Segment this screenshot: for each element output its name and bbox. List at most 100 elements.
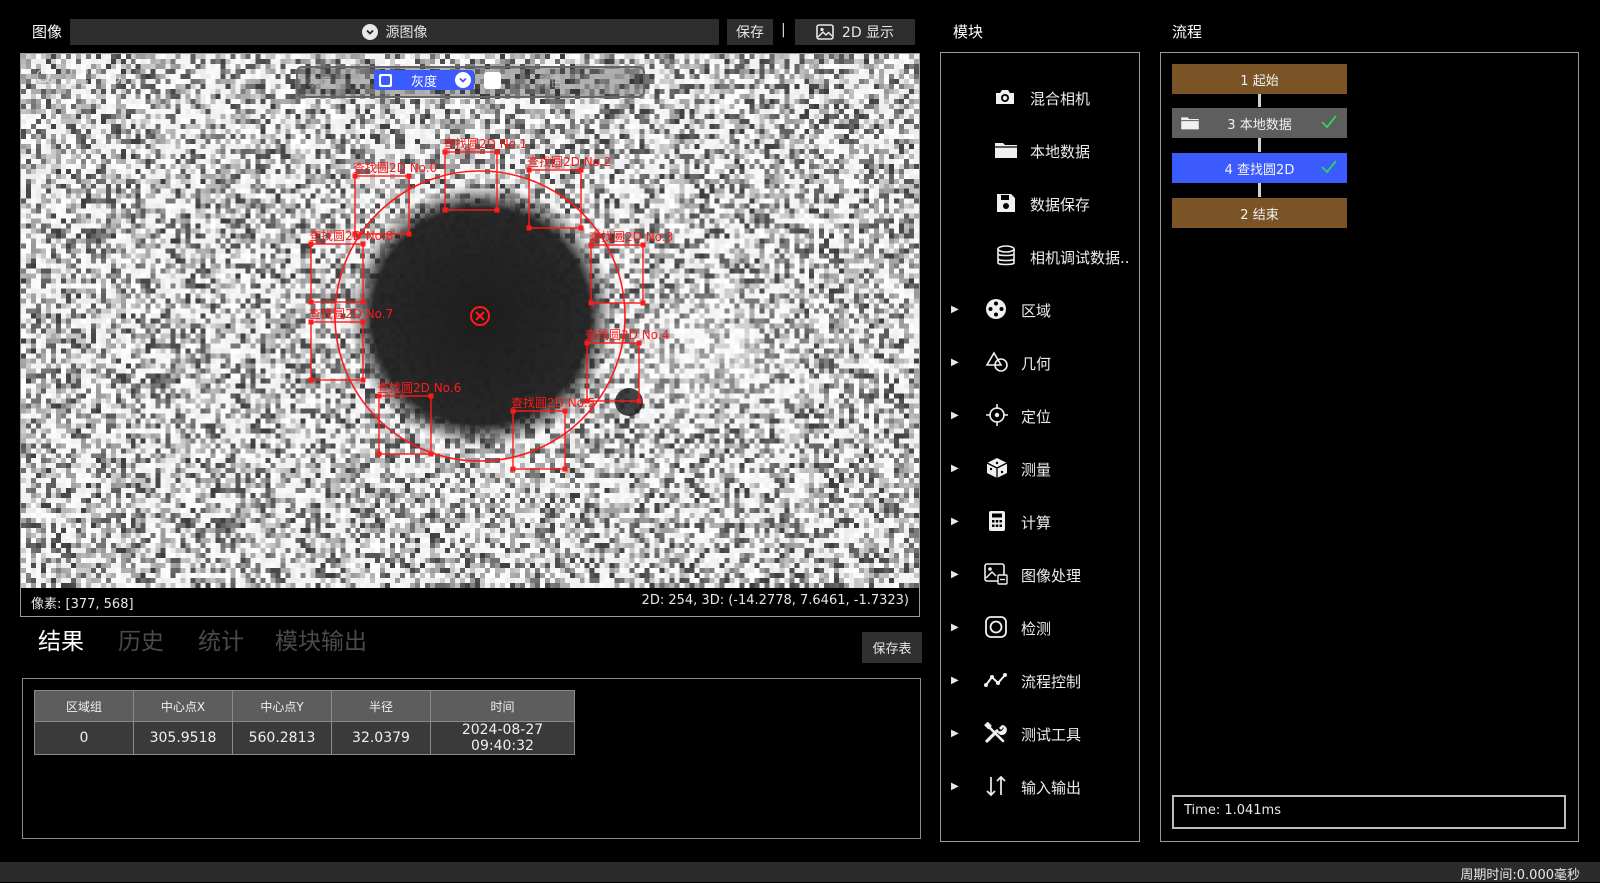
grayscale-checkbox[interactable]: [378, 72, 393, 88]
expand-arrow-icon: ▶: [951, 356, 959, 368]
module-group-measure[interactable]: ▶ 测量: [941, 448, 1133, 488]
modules-panel: 混合相机 本地数据 数据保存 相机调试数据.. ▶ 区域 ▶ 几何 ▶ 定位 ▶…: [940, 52, 1140, 842]
flow-panel: 1 起始 3 本地数据 4 查找圆2D 2 结束 Time: 1.041ms: [1160, 52, 1579, 842]
table-cell: 560.2813: [232, 721, 332, 755]
checkmark-icon: [1321, 115, 1337, 129]
tab-module-output[interactable]: 模块输出: [275, 622, 367, 656]
tab-statistics[interactable]: 统计: [198, 622, 244, 656]
toolbar-faded-label-right: 彩色: [538, 75, 563, 89]
module-item-local-data[interactable]: 本地数据: [941, 130, 1133, 170]
flow-node-start[interactable]: 1 起始: [1172, 64, 1347, 94]
source-image-canvas[interactable]: 查找圆2D No.0 查找圆2D No.1 查找圆2D No.2 查找圆2D No.3…: [21, 54, 919, 588]
module-item-label: 本地数据: [1030, 143, 1091, 161]
table-header-row: 区域组 中心点X 中心点Y 半径 时间: [34, 690, 575, 722]
table-cell: 0: [34, 721, 134, 755]
save-table-button[interactable]: 保存表: [862, 632, 922, 663]
roi-label: 查找圆2D No.2: [527, 155, 611, 169]
module-item-label: 流程控制: [1021, 673, 1082, 691]
flow-connector: [1258, 93, 1261, 107]
module-item-label: 区域: [1021, 302, 1052, 320]
color-mode-checkbox[interactable]: [484, 72, 501, 89]
module-item-camera-debug-data[interactable]: 相机调试数据..: [941, 236, 1133, 276]
module-item-label: 测量: [1021, 461, 1052, 479]
display-2d-button[interactable]: 2D 显示: [795, 19, 915, 45]
tab-history[interactable]: 历史: [118, 622, 164, 656]
module-item-label: 几何: [1021, 355, 1052, 373]
roi-label: 查找圆2D No.8: [309, 229, 393, 243]
table-row[interactable]: 0 305.9518 560.2813 32.0379 2024-08-27 0…: [34, 721, 575, 755]
database-icon: [997, 245, 1015, 266]
module-item-label: 计算: [1021, 514, 1052, 532]
cycle-time-readout: 周期时间:0.000毫秒: [1460, 868, 1580, 883]
save-image-button[interactable]: 保存: [727, 19, 773, 45]
status-footer: 周期时间:0.000毫秒: [0, 862, 1600, 883]
module-item-label: 定位: [1021, 408, 1052, 426]
expand-arrow-icon: ▶: [951, 409, 959, 421]
column-header-region-group[interactable]: 区域组: [34, 690, 134, 722]
flow-node-local-data[interactable]: 3 本地数据: [1172, 108, 1347, 138]
roi-handle: [442, 207, 448, 213]
module-group-flow-control[interactable]: ▶ 流程控制: [941, 660, 1133, 700]
toolbar-separator: |: [781, 22, 786, 38]
display-2d-label: 2D 显示: [841, 25, 895, 41]
tab-results[interactable]: 结果: [38, 622, 84, 656]
module-group-input-output[interactable]: ▶ 输入输出: [941, 766, 1133, 806]
image-viewer[interactable]: 查找圆2D No.0 查找圆2D No.1 查找圆2D No.2 查找圆2D No.3…: [20, 53, 920, 617]
roi-label: 查找圆2D No.1: [443, 137, 527, 151]
module-group-region[interactable]: ▶ 区域: [941, 289, 1133, 329]
column-header-time[interactable]: 时间: [430, 690, 575, 722]
reset-view-icon[interactable]: [105, 68, 123, 86]
column-header-center-y[interactable]: 中心点Y: [232, 690, 332, 722]
caliper-roi-box: [528, 169, 582, 229]
fit-screen-icon[interactable]: [70, 68, 88, 86]
module-group-locate[interactable]: ▶ 定位: [941, 395, 1133, 435]
save-icon: [997, 194, 1015, 212]
grayscale-mode-label: 灰度: [411, 74, 438, 90]
flow-panel-title: 流程: [1172, 23, 1203, 41]
module-group-test-tools[interactable]: ▶ 测试工具: [941, 713, 1133, 753]
detection-overlay: 查找圆2D No.0 查找圆2D No.1查找圆2D No.2 查找圆2D No.3…: [308, 137, 673, 472]
flow-connector: [1258, 137, 1261, 152]
flow-node-find-circle-2d[interactable]: 4 查找圆2D: [1172, 153, 1347, 183]
column-header-radius[interactable]: 半径: [331, 690, 431, 722]
value-readout: 2D: 254, 3D: (-14.2778, 7.6461, -1.7323): [641, 593, 909, 608]
region-icon: [986, 299, 1006, 319]
module-group-geometry[interactable]: ▶ 几何: [941, 342, 1133, 382]
module-item-label: 检测: [1021, 620, 1052, 638]
roi-label: 查找圆2D No.3: [589, 230, 673, 244]
source-image-select[interactable]: 源图像: [70, 19, 719, 45]
detect-icon: [985, 616, 1007, 638]
calculator-icon: [989, 511, 1005, 531]
module-item-data-save[interactable]: 数据保存: [941, 183, 1133, 223]
expand-arrow-icon: ▶: [951, 727, 959, 739]
io-arrows-icon: [986, 775, 1006, 797]
roi-handle: [360, 377, 366, 383]
column-header-center-x[interactable]: 中心点X: [133, 690, 233, 722]
flow-node-label: 1 起始: [1240, 73, 1279, 89]
module-group-calculate[interactable]: ▶ 计算: [941, 501, 1133, 541]
module-item-hybrid-camera[interactable]: 混合相机: [941, 77, 1133, 117]
geometry-icon: [985, 351, 1008, 372]
module-group-image-processing[interactable]: ▶ 图像处理: [941, 554, 1133, 594]
module-item-label: 输入输出: [1021, 779, 1082, 797]
expand-arrow-icon: ▶: [951, 462, 959, 474]
roi-label: 查找圆2D No.5: [511, 396, 595, 410]
expand-arrow-icon: ▶: [951, 568, 959, 580]
module-group-detect[interactable]: ▶ 检测: [941, 607, 1133, 647]
expand-arrow-icon: ▶: [951, 780, 959, 792]
flow-node-end[interactable]: 2 结束: [1172, 198, 1347, 228]
roi-handle: [510, 466, 516, 472]
flow-control-icon: [984, 673, 1007, 687]
caliper-roi-box: [444, 151, 498, 211]
folder-icon: [995, 143, 1017, 158]
expand-arrow-icon: ▶: [951, 515, 959, 527]
roi-handle: [636, 398, 642, 404]
grayscale-mode-select[interactable]: 灰度: [374, 70, 474, 90]
zoom-in-icon[interactable]: [35, 68, 53, 86]
flow-connector: [1258, 182, 1261, 197]
caliper-roi-box: [590, 244, 644, 304]
table-cell: 32.0379: [331, 721, 431, 755]
caliper-roi-box: [512, 410, 566, 470]
cube-measure-icon: [986, 458, 1008, 478]
table-cell: 305.9518: [133, 721, 233, 755]
